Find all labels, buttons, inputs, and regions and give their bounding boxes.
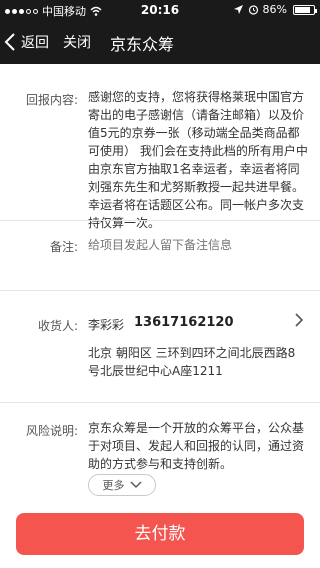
divider [0, 220, 320, 221]
battery-percent: 86% [262, 3, 287, 16]
risk-text: 京东众筹是一个开放的众筹平台，公众基于对项目、发起人和回报的认同，通过资助的方式… [88, 421, 305, 471]
remark-label: 备注: [49, 240, 78, 254]
status-bar: 中国移动 20:16 86% [0, 0, 320, 20]
receiver-phone[interactable]: 13617162120 [134, 315, 234, 330]
receiver-label: 收货人: [37, 319, 78, 333]
divider [0, 402, 320, 403]
reward-label: 回报内容: [25, 93, 78, 107]
remark-input[interactable] [88, 236, 308, 254]
risk-label: 风险说明: [25, 424, 78, 438]
alarm-clock-icon [248, 5, 258, 15]
more-label: 更多 [102, 479, 125, 492]
reward-text: 感谢您的支持，您将获得格莱珉中国官方寄出的电子感谢信（请备注邮箱）以及价值5元的… [88, 90, 308, 230]
chevron-down-icon [130, 481, 141, 488]
location-arrow-icon [233, 5, 243, 14]
navigation-bar: 返回 关闭 京东众筹 [0, 20, 320, 64]
page-title: 京东众筹 [110, 35, 175, 54]
more-button[interactable]: 更多 [88, 474, 156, 496]
battery-icon [293, 4, 317, 15]
receiver-name[interactable]: 李彩彩 [88, 316, 124, 333]
divider [0, 290, 320, 291]
status-right: 86% [233, 3, 317, 16]
pay-button[interactable]: 去付款 [16, 513, 304, 555]
receiver-address[interactable]: 北京 朝阳区 三环到四环之间北辰西路8号北辰世纪中心A座1211 [88, 344, 298, 380]
back-label: 返回 [21, 35, 49, 51]
back-button[interactable]: 返回 [4, 28, 49, 56]
chevron-left-icon [4, 33, 15, 51]
chevron-right-icon[interactable] [294, 312, 304, 328]
battery-fill [295, 6, 311, 13]
close-button[interactable]: 关闭 [63, 32, 91, 52]
